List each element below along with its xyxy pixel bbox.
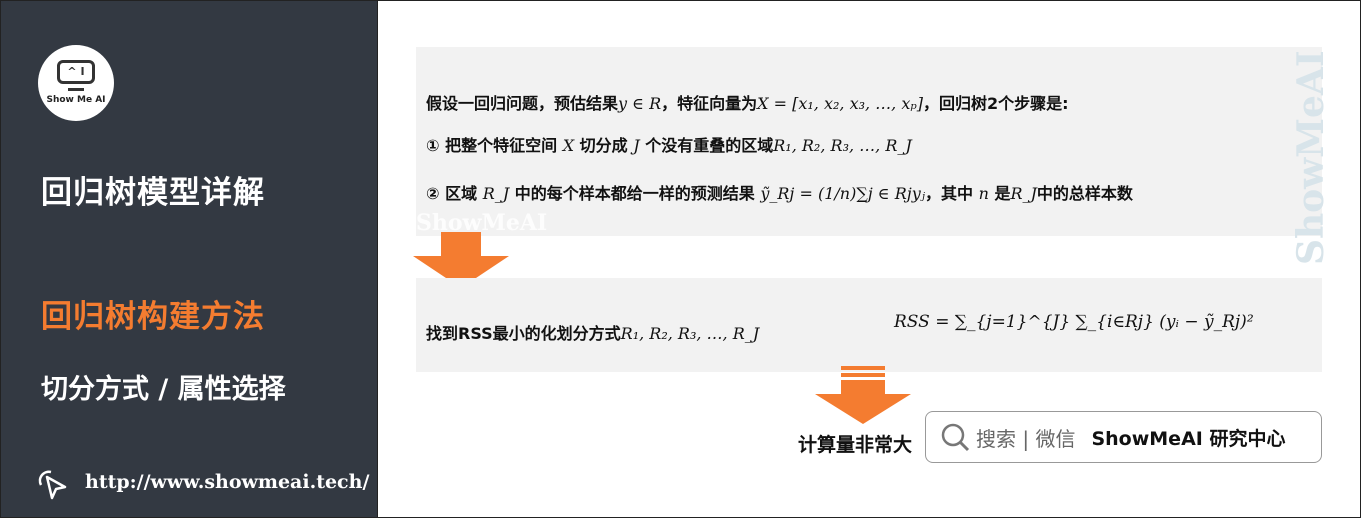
sidebar: ^ I Show Me AI 回归树模型详解 回归树构建方法 切分方式 / 属性… [0, 0, 378, 518]
section-title: 回归树构建方法 [41, 299, 265, 335]
logo-screen-icon: ^ I [57, 60, 95, 84]
vertical-watermark: ShowMeAI [1290, 50, 1332, 265]
logo-text: Show Me AI [46, 95, 106, 105]
rss-formula: RSS = ∑_{j=1}^{J} ∑_{i∈Rj} (yᵢ − ỹ_Rj)² [894, 312, 1254, 332]
search-brand: ShowMeAI 研究中心 [1091, 427, 1286, 450]
showmeai-logo: ^ I Show Me AI [38, 45, 114, 121]
down-arrow-icon [815, 366, 911, 424]
logo-stand [68, 88, 84, 91]
wechat-search-box[interactable]: 搜索 | 微信 ShowMeAI 研究中心 [925, 411, 1322, 463]
search-label: 搜索 | 微信 [976, 426, 1076, 451]
chapter-title: 回归树模型详解 [41, 175, 265, 211]
rss-line: 找到RSS最小的化划分方式R₁, R₂, R₃, …, R_J [426, 324, 760, 343]
assumption-line: 假设一回归问题，预估结果y ∈ R，特征向量为X = [x₁, x₂, x₃, … [426, 94, 1069, 113]
search-icon [941, 423, 970, 452]
result-text: 计算量非常大 [798, 434, 913, 456]
subsection-title: 切分方式 / 属性选择 [41, 374, 286, 405]
website-link[interactable]: http://www.showmeai.tech/ [85, 471, 369, 493]
cursor-icon [38, 470, 67, 500]
step-2-line: ② 区域 R_J 中的每个样本都给一样的预测结果 ỹ_Rj = (1/n)∑j … [426, 184, 1133, 203]
step-1-line: ① 把整个特征空间 X 切分成 J 个没有重叠的区域R₁, R₂, R₃, …,… [426, 136, 912, 155]
